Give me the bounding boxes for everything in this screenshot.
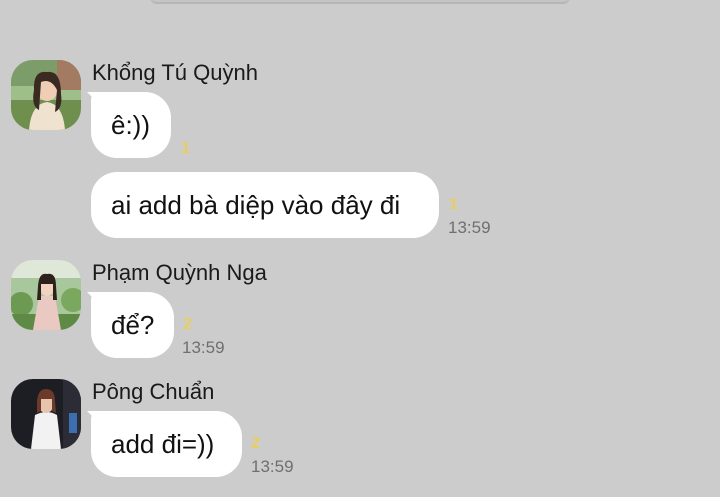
message-timestamp: 13:59 (448, 218, 491, 237)
avatar-khong-tu-quynh[interactable] (11, 60, 81, 130)
sender-name: Pông Chuẩn (92, 379, 215, 404)
avatar-photo-icon (11, 379, 81, 449)
message-timestamp: 13:59 (251, 457, 294, 476)
message-bubble[interactable]: add đi=)) (91, 411, 242, 477)
avatar-pong-chuan[interactable] (11, 379, 81, 449)
message-bubble[interactable]: ai add bà diệp vào đây đi (91, 172, 439, 238)
message-bubble[interactable]: ê:)) (91, 92, 171, 158)
avatar-photo-icon (11, 60, 81, 130)
sender-name: Phạm Quỳnh Nga (92, 260, 267, 285)
message-timestamp: 13:59 (182, 338, 225, 357)
top-input-edge (150, 0, 570, 4)
sender-name: Khổng Tú Quỳnh (92, 60, 258, 85)
seen-count: 2 (183, 316, 192, 333)
seen-count: 2 (251, 435, 260, 452)
seen-count: 1 (181, 140, 190, 157)
seen-count: 1 (449, 196, 458, 213)
avatar-pham-quynh-nga[interactable] (11, 260, 81, 330)
message-bubble[interactable]: để? (91, 292, 174, 358)
avatar-photo-icon (11, 260, 81, 330)
